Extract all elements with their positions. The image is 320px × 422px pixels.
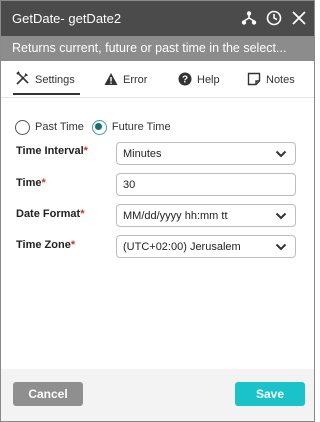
time-zone-label-text: Time Zone [16, 239, 71, 251]
active-tab-indicator [13, 93, 80, 95]
tab-label: Settings [35, 74, 75, 86]
dialog-description: Returns current, future or past time in … [12, 41, 287, 55]
dialog-title: GetDate- getDate2 [12, 11, 122, 26]
time-interval-value: Minutes [123, 147, 162, 160]
tab-label: Notes [266, 74, 295, 86]
chevron-down-icon [275, 150, 287, 158]
required-marker: * [70, 239, 76, 251]
tab-bar: Settings Error ? Help Notes [1, 63, 314, 97]
note-icon [247, 72, 261, 89]
warning-icon [104, 72, 118, 89]
tab-notes[interactable]: Notes [247, 69, 295, 91]
tab-label: Error [123, 74, 148, 86]
svg-text:?: ? [182, 74, 188, 85]
title-bar: GetDate- getDate2 [1, 1, 314, 36]
time-zone-label: Time Zone* [16, 239, 75, 251]
tab-label: Help [197, 74, 220, 86]
date-format-select[interactable]: MM/dd/yyyy hh:mm tt [116, 204, 296, 227]
time-label-text: Time [16, 177, 42, 189]
hierarchy-icon[interactable] [240, 9, 258, 27]
close-icon[interactable] [290, 9, 308, 27]
date-format-label-text: Date Format [16, 208, 81, 220]
future-time-radio[interactable] [91, 119, 107, 135]
tab-settings[interactable]: Settings [15, 69, 75, 91]
time-zone-value: (UTC+02:00) Jerusalem [123, 240, 241, 253]
tools-icon [15, 71, 30, 89]
clock-icon[interactable] [265, 9, 283, 27]
time-interval-select[interactable]: Minutes [116, 142, 296, 165]
past-time-label: Past Time [35, 121, 84, 133]
save-button[interactable]: Save [235, 382, 305, 406]
time-input[interactable]: 30 [116, 173, 296, 196]
past-time-radio[interactable] [15, 119, 30, 135]
time-direction-group: Past Time Future Time [15, 119, 171, 135]
time-zone-select[interactable]: (UTC+02:00) Jerusalem [116, 235, 296, 258]
future-time-label: Future Time [111, 121, 171, 133]
chevron-down-icon [275, 212, 287, 220]
help-icon: ? [178, 72, 192, 89]
required-marker: * [80, 208, 85, 220]
required-marker: * [41, 177, 46, 189]
description-bar: Returns current, future or past time in … [1, 36, 314, 61]
time-interval-label: Time Interval* [16, 145, 88, 157]
required-marker: * [83, 145, 88, 157]
chevron-down-icon [275, 243, 287, 251]
cancel-button[interactable]: Cancel [13, 382, 83, 406]
time-value: 30 [123, 178, 136, 191]
dialog: GetDate- getDate2 Returns current, futur… [0, 0, 315, 422]
tab-help[interactable]: ? Help [178, 69, 220, 91]
tab-divider [1, 97, 314, 98]
date-format-label: Date Format* [16, 208, 84, 220]
tab-error[interactable]: Error [104, 69, 147, 91]
date-format-value: MM/dd/yyyy hh:mm tt [123, 209, 228, 222]
time-interval-label-text: Time Interval [16, 145, 84, 157]
time-label: Time* [16, 177, 46, 189]
